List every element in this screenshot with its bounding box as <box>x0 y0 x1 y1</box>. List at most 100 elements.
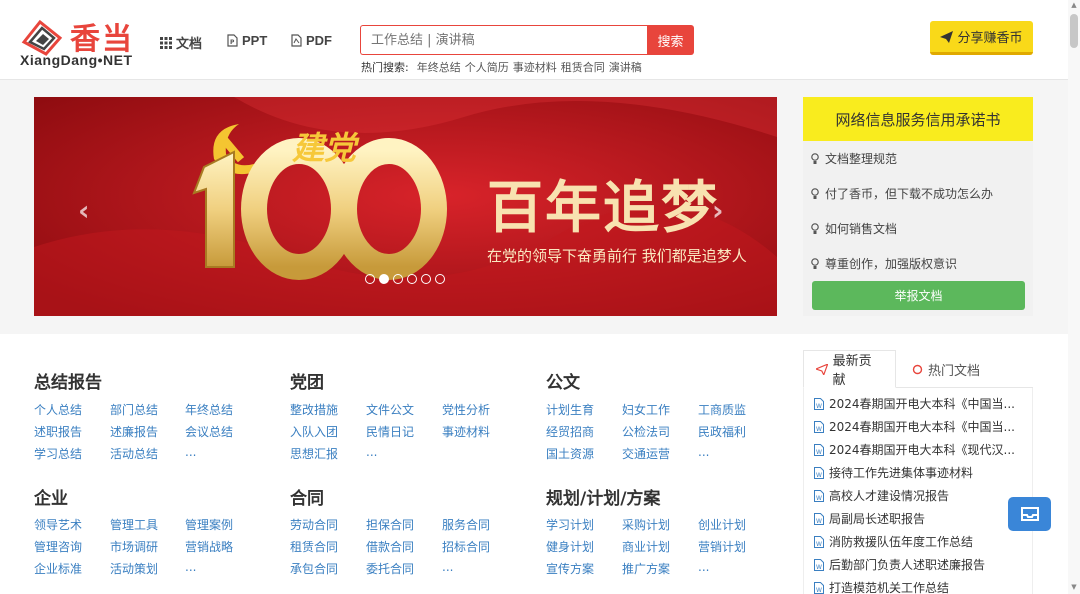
category-link[interactable]: 活动策划 <box>110 560 158 577</box>
site-header: 香当 XiangDang•NET 文档 P PPT PDF 搜索 热门搜索: 年… <box>0 0 1080 80</box>
category-more-link[interactable]: ... <box>442 560 453 574</box>
category-link[interactable]: 入队入团 <box>290 423 338 440</box>
carousel-dot-active[interactable] <box>379 274 389 284</box>
promise-item[interactable]: 尊重创作，加强版权意识 <box>811 255 957 272</box>
doc-list-item[interactable]: W 接待工作先进集体事迹材料 <box>814 464 1028 481</box>
site-logo[interactable]: 香当 XiangDang•NET <box>18 12 138 70</box>
tab-latest[interactable]: 最新贡献 <box>803 350 896 388</box>
category-link[interactable]: 推广方案 <box>622 560 670 577</box>
category-more-link[interactable]: ... <box>366 445 377 459</box>
carousel-dot[interactable] <box>407 274 417 284</box>
promise-item[interactable]: 如何销售文档 <box>811 220 897 237</box>
category-link[interactable]: 管理案例 <box>185 516 233 533</box>
category-link[interactable]: 妇女工作 <box>622 401 670 418</box>
category-link[interactable]: 营销战略 <box>185 538 233 555</box>
nav-doc[interactable]: 文档 <box>160 33 202 52</box>
share-earn-button[interactable]: 分享赚香币 <box>930 21 1033 55</box>
category-link[interactable]: 宣传方案 <box>546 560 594 577</box>
hot-search-link[interactable]: 事迹材料 <box>513 59 557 75</box>
doc-list-item[interactable]: W 打造模范机关工作总结 <box>814 579 1028 594</box>
scroll-up-arrow[interactable]: ▲ <box>1070 1 1078 9</box>
category-link[interactable]: 企业标准 <box>34 560 82 577</box>
carousel-next-arrow[interactable]: › <box>712 194 724 227</box>
category-link[interactable]: 文件公文 <box>366 401 414 418</box>
category-link[interactable]: 活动总结 <box>110 445 158 462</box>
doc-list-item[interactable]: W 局副局长述职报告 <box>814 510 1028 527</box>
category-link[interactable]: 市场调研 <box>110 538 158 555</box>
banner-headline: 百年追梦 <box>487 176 719 241</box>
page-scrollbar[interactable]: ▲ ▼ <box>1068 0 1080 594</box>
nav-ppt[interactable]: P PPT <box>227 33 267 48</box>
doc-list-item[interactable]: W 2024春期国开电大本科《现代汉... <box>814 441 1028 458</box>
category-link[interactable]: 营销计划 <box>698 538 746 555</box>
scrollbar-thumb[interactable] <box>1070 14 1078 48</box>
doc-list-item[interactable]: W 消防救援队伍年度工作总结 <box>814 533 1028 550</box>
carousel-dot[interactable] <box>435 274 445 284</box>
category-link[interactable]: 党性分析 <box>442 401 490 418</box>
category-link[interactable]: 会议总结 <box>185 423 233 440</box>
promise-item[interactable]: 文档整理规范 <box>811 150 897 167</box>
nav-pdf[interactable]: PDF <box>291 33 332 48</box>
category-link[interactable]: 健身计划 <box>546 538 594 555</box>
category-block: 企业 领导艺术 管理工具 管理案例 管理咨询 市场调研 营销战略 企业标准 活动… <box>34 484 274 576</box>
category-link[interactable]: 劳动合同 <box>290 516 338 533</box>
category-link[interactable]: 学习总结 <box>34 445 82 462</box>
category-link[interactable]: 学习计划 <box>546 516 594 533</box>
category-link[interactable]: 民情日记 <box>366 423 414 440</box>
svg-text:W: W <box>816 426 822 433</box>
category-link[interactable]: 管理咨询 <box>34 538 82 555</box>
category-link[interactable]: 借款合同 <box>366 538 414 555</box>
category-link[interactable]: 思想汇报 <box>290 445 338 462</box>
doc-list-item[interactable]: W 2024春期国开电大本科《中国当... <box>814 395 1028 412</box>
tab-hot[interactable]: 热门文档 <box>900 350 992 388</box>
category-link[interactable]: 个人总结 <box>34 401 82 418</box>
category-link[interactable]: 创业计划 <box>698 516 746 533</box>
promise-item[interactable]: 付了香币，但下载不成功怎么办 <box>811 185 993 202</box>
category-link[interactable]: 民政福利 <box>698 423 746 440</box>
category-link[interactable]: 计划生育 <box>546 401 594 418</box>
category-link[interactable]: 工商质监 <box>698 401 746 418</box>
search-input[interactable] <box>360 25 648 55</box>
doc-list-item[interactable]: W 后勤部门负责人述职述廉报告 <box>814 556 1028 573</box>
doc-list-item[interactable]: W 2024春期国开电大本科《中国当... <box>814 418 1028 435</box>
category-link[interactable]: 担保合同 <box>366 516 414 533</box>
doc-list-item[interactable]: W 高校人才建设情况报告 <box>814 487 1028 504</box>
category-link[interactable]: 部门总结 <box>110 401 158 418</box>
category-link[interactable]: 采购计划 <box>622 516 670 533</box>
category-link[interactable]: 交通运营 <box>622 445 670 462</box>
category-more-link[interactable]: ... <box>185 445 196 459</box>
category-link[interactable]: 整改措施 <box>290 401 338 418</box>
carousel-dot[interactable] <box>421 274 431 284</box>
svg-text:W: W <box>816 541 822 548</box>
category-link[interactable]: 委托合同 <box>366 560 414 577</box>
category-link[interactable]: 商业计划 <box>622 538 670 555</box>
send-icon <box>940 30 954 43</box>
category-link[interactable]: 租赁合同 <box>290 538 338 555</box>
carousel-dot[interactable] <box>365 274 375 284</box>
category-link[interactable]: 招标合同 <box>442 538 490 555</box>
category-link[interactable]: 服务合同 <box>442 516 490 533</box>
category-link[interactable]: 经贸招商 <box>546 423 594 440</box>
category-more-link[interactable]: ... <box>185 560 196 574</box>
category-link[interactable]: 述廉报告 <box>110 423 158 440</box>
hot-search-link[interactable]: 演讲稿 <box>609 59 642 75</box>
category-link[interactable]: 年终总结 <box>185 401 233 418</box>
category-link[interactable]: 管理工具 <box>110 516 158 533</box>
hot-search-link[interactable]: 租赁合同 <box>561 59 605 75</box>
hot-search-link[interactable]: 年终总结 <box>417 59 461 75</box>
carousel-prev-arrow[interactable]: ‹ <box>78 194 90 227</box>
category-link[interactable]: 承包合同 <box>290 560 338 577</box>
category-link[interactable]: 公检法司 <box>622 423 670 440</box>
category-link[interactable]: 领导艺术 <box>34 516 82 533</box>
scroll-down-arrow[interactable]: ▼ <box>1070 583 1078 591</box>
category-more-link[interactable]: ... <box>698 560 709 574</box>
floating-inbox-button[interactable] <box>1008 497 1051 531</box>
category-link[interactable]: 事迹材料 <box>442 423 490 440</box>
category-link[interactable]: 述职报告 <box>34 423 82 440</box>
category-link[interactable]: 国土资源 <box>546 445 594 462</box>
carousel-dot[interactable] <box>393 274 403 284</box>
search-button[interactable]: 搜索 <box>647 25 694 55</box>
hot-search-link[interactable]: 个人简历 <box>465 59 509 75</box>
report-document-button[interactable]: 举报文档 <box>812 281 1025 310</box>
category-more-link[interactable]: ... <box>698 445 709 459</box>
